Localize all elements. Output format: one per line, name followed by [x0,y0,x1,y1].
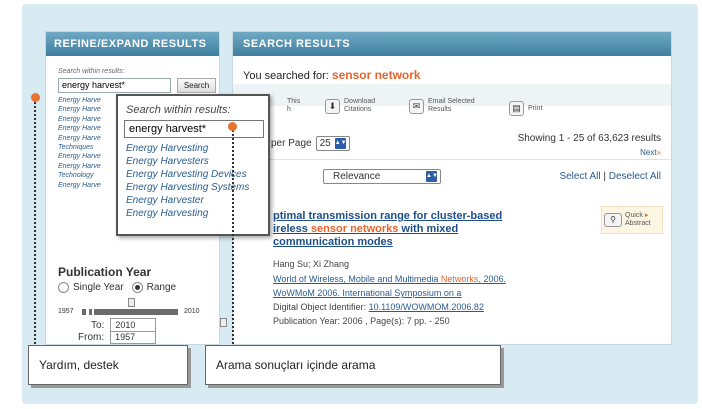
popup-search-input[interactable]: energy harvest* [124,120,264,138]
print-button[interactable]: ▤ Print [509,101,542,116]
venue-highlight: Networks [440,274,479,284]
tool-label: h [287,106,291,113]
single-year-label: Single Year [73,282,124,293]
select-page-tool[interactable]: This h [287,98,300,114]
per-page-select[interactable]: 25 ▲▼ [315,136,350,151]
popup-label: Search within results: [126,104,231,116]
single-year-radio[interactable] [58,282,69,293]
search-within-callout: Arama sonuçları içinde arama [205,345,501,385]
quick-abstract-label: Quick [625,212,643,219]
suggestion-item[interactable]: Energy Harvesters [126,155,249,168]
searched-for-line: You searched for: sensor network [243,68,421,82]
suggestion-item[interactable]: Energy Harvesting [126,207,249,220]
per-page-control: per Page 25 ▲▼ [271,136,350,151]
searched-term: sensor network [331,68,421,82]
next-arrow-icon: » [656,148,661,157]
next-page-link[interactable]: Next» [640,148,661,157]
doi-label: Digital Object Identifier: [273,302,367,312]
suggestion-item[interactable]: Energy Harvester [126,194,249,207]
quick-abstract-label: Abstract [625,220,651,227]
search-within-popup: Search within results: energy harvest* E… [116,94,270,236]
download-icon: ⬇ [325,98,340,114]
deselect-all-link[interactable]: Deselect All [609,171,661,182]
quick-abstract-button[interactable]: ⚲ Quick ▸ Abstract [601,206,663,234]
suggestion-item[interactable]: Energy Harvesting [126,142,249,155]
publication-year-title: Publication Year [58,265,152,279]
slider-max-label: 2010 [184,308,200,315]
results-count: Showing 1 - 25 of 63,623 results [517,133,661,144]
from-label: From: [78,331,105,343]
download-citations-button[interactable]: ⬇ Download Citations [325,98,375,114]
tool-label: Print [528,104,543,112]
from-year-input[interactable]: 1957 [110,330,157,344]
range-radio[interactable] [131,282,143,293]
search-dotted-line [232,130,234,348]
result-title-text: ireless [273,223,308,235]
searched-prefix: You searched for: [243,70,329,82]
result-title-text: with mixed [401,223,459,235]
separator: | [603,171,606,182]
result-title-text: communication modes [273,236,393,248]
help-marker-dot [31,93,40,102]
next-label: Next [640,148,657,157]
select-arrows-icon: ▲▼ [334,138,347,149]
play-arrow-icon: ▸ [644,212,649,219]
result-doi: Digital Object Identifier: 10.1109/WOWMO… [273,302,484,312]
search-marker-dot [228,122,237,131]
suggestion-item[interactable]: Energy Harvesting Devices [126,168,249,181]
year-mode-radios: Single Year Range [58,282,176,293]
result-title-link[interactable]: ptimal transmission range for cluster-ba… [273,210,573,249]
result-toolbar: This h ⬇ Download Citations ✉ Email Select… [233,93,671,123]
per-page-value: 25 [319,138,331,149]
email-selected-button[interactable]: ✉ Email Selected Results [409,98,475,114]
sort-control: Relevance ▲▼ [323,169,441,184]
slider-start-handle[interactable] [128,298,135,307]
doi-link[interactable]: 10.1109/WOWMOM.2006.82 [369,302,484,312]
from-year-row: From: 1957 [78,330,157,344]
to-year-input[interactable]: 2010 [110,318,157,332]
range-label: Range [146,282,177,293]
search-results-title: SEARCH RESULTS [233,32,671,56]
result-venue-link-line2[interactable]: WoWMoM 2006. International Symposium on … [273,288,461,298]
result-authors: Hang Su; Xi Zhang [273,259,350,269]
select-arrows-icon: ▲▼ [426,171,438,182]
selection-links: Select All | Deselect All [559,171,661,182]
result-venue-link[interactable]: World of Wireless, Mobile and Multimedia… [273,274,506,284]
magnifier-icon: ⚲ [604,213,622,227]
to-label: To: [91,319,105,331]
per-page-label: per Page [271,138,312,149]
tool-label: Citations [344,106,372,113]
venue-text: World of Wireless, Mobile and Multimedia [273,274,439,284]
search-results-panel: SEARCH RESULTS You searched for: sensor … [232,31,672,345]
sort-select[interactable]: Relevance ▲▼ [323,169,441,184]
slider-min-label: 1957 [58,308,74,315]
tool-label: This [287,98,301,105]
slider-track[interactable] [82,309,178,315]
refine-panel-title: REFINE/EXPAND RESULTS [46,32,219,56]
to-year-row: To: 2010 [91,318,157,332]
popup-suggestion-list: Energy Harvesting Energy Harvesters Ener… [126,142,249,221]
slider-end-handle[interactable] [220,318,227,327]
tool-label: Results [428,106,452,113]
venue-text: , 2006. [478,274,506,284]
email-icon: ✉ [409,98,424,114]
print-icon: ▤ [509,101,524,116]
sort-value: Relevance [333,171,381,182]
search-within-button[interactable]: Search [177,78,216,93]
search-within-label: Search within results: [58,68,125,75]
select-all-link[interactable]: Select All [559,171,600,182]
tool-label: Email Selected [428,98,475,105]
divider [233,159,671,160]
search-within-input[interactable]: energy harvest* [58,78,171,93]
result-pub-info: Publication Year: 2006 , Page(s): 7 pp. … [273,316,450,326]
help-dotted-line [34,98,36,348]
result-title-text: ptimal transmission range for cluster-ba… [273,210,503,222]
help-callout: Yardım, destek [28,345,188,385]
tool-label: Download [344,98,376,105]
suggestion-item[interactable]: Energy Harvesting Systems [126,181,249,194]
result-title-highlight: sensor networks [310,223,399,235]
